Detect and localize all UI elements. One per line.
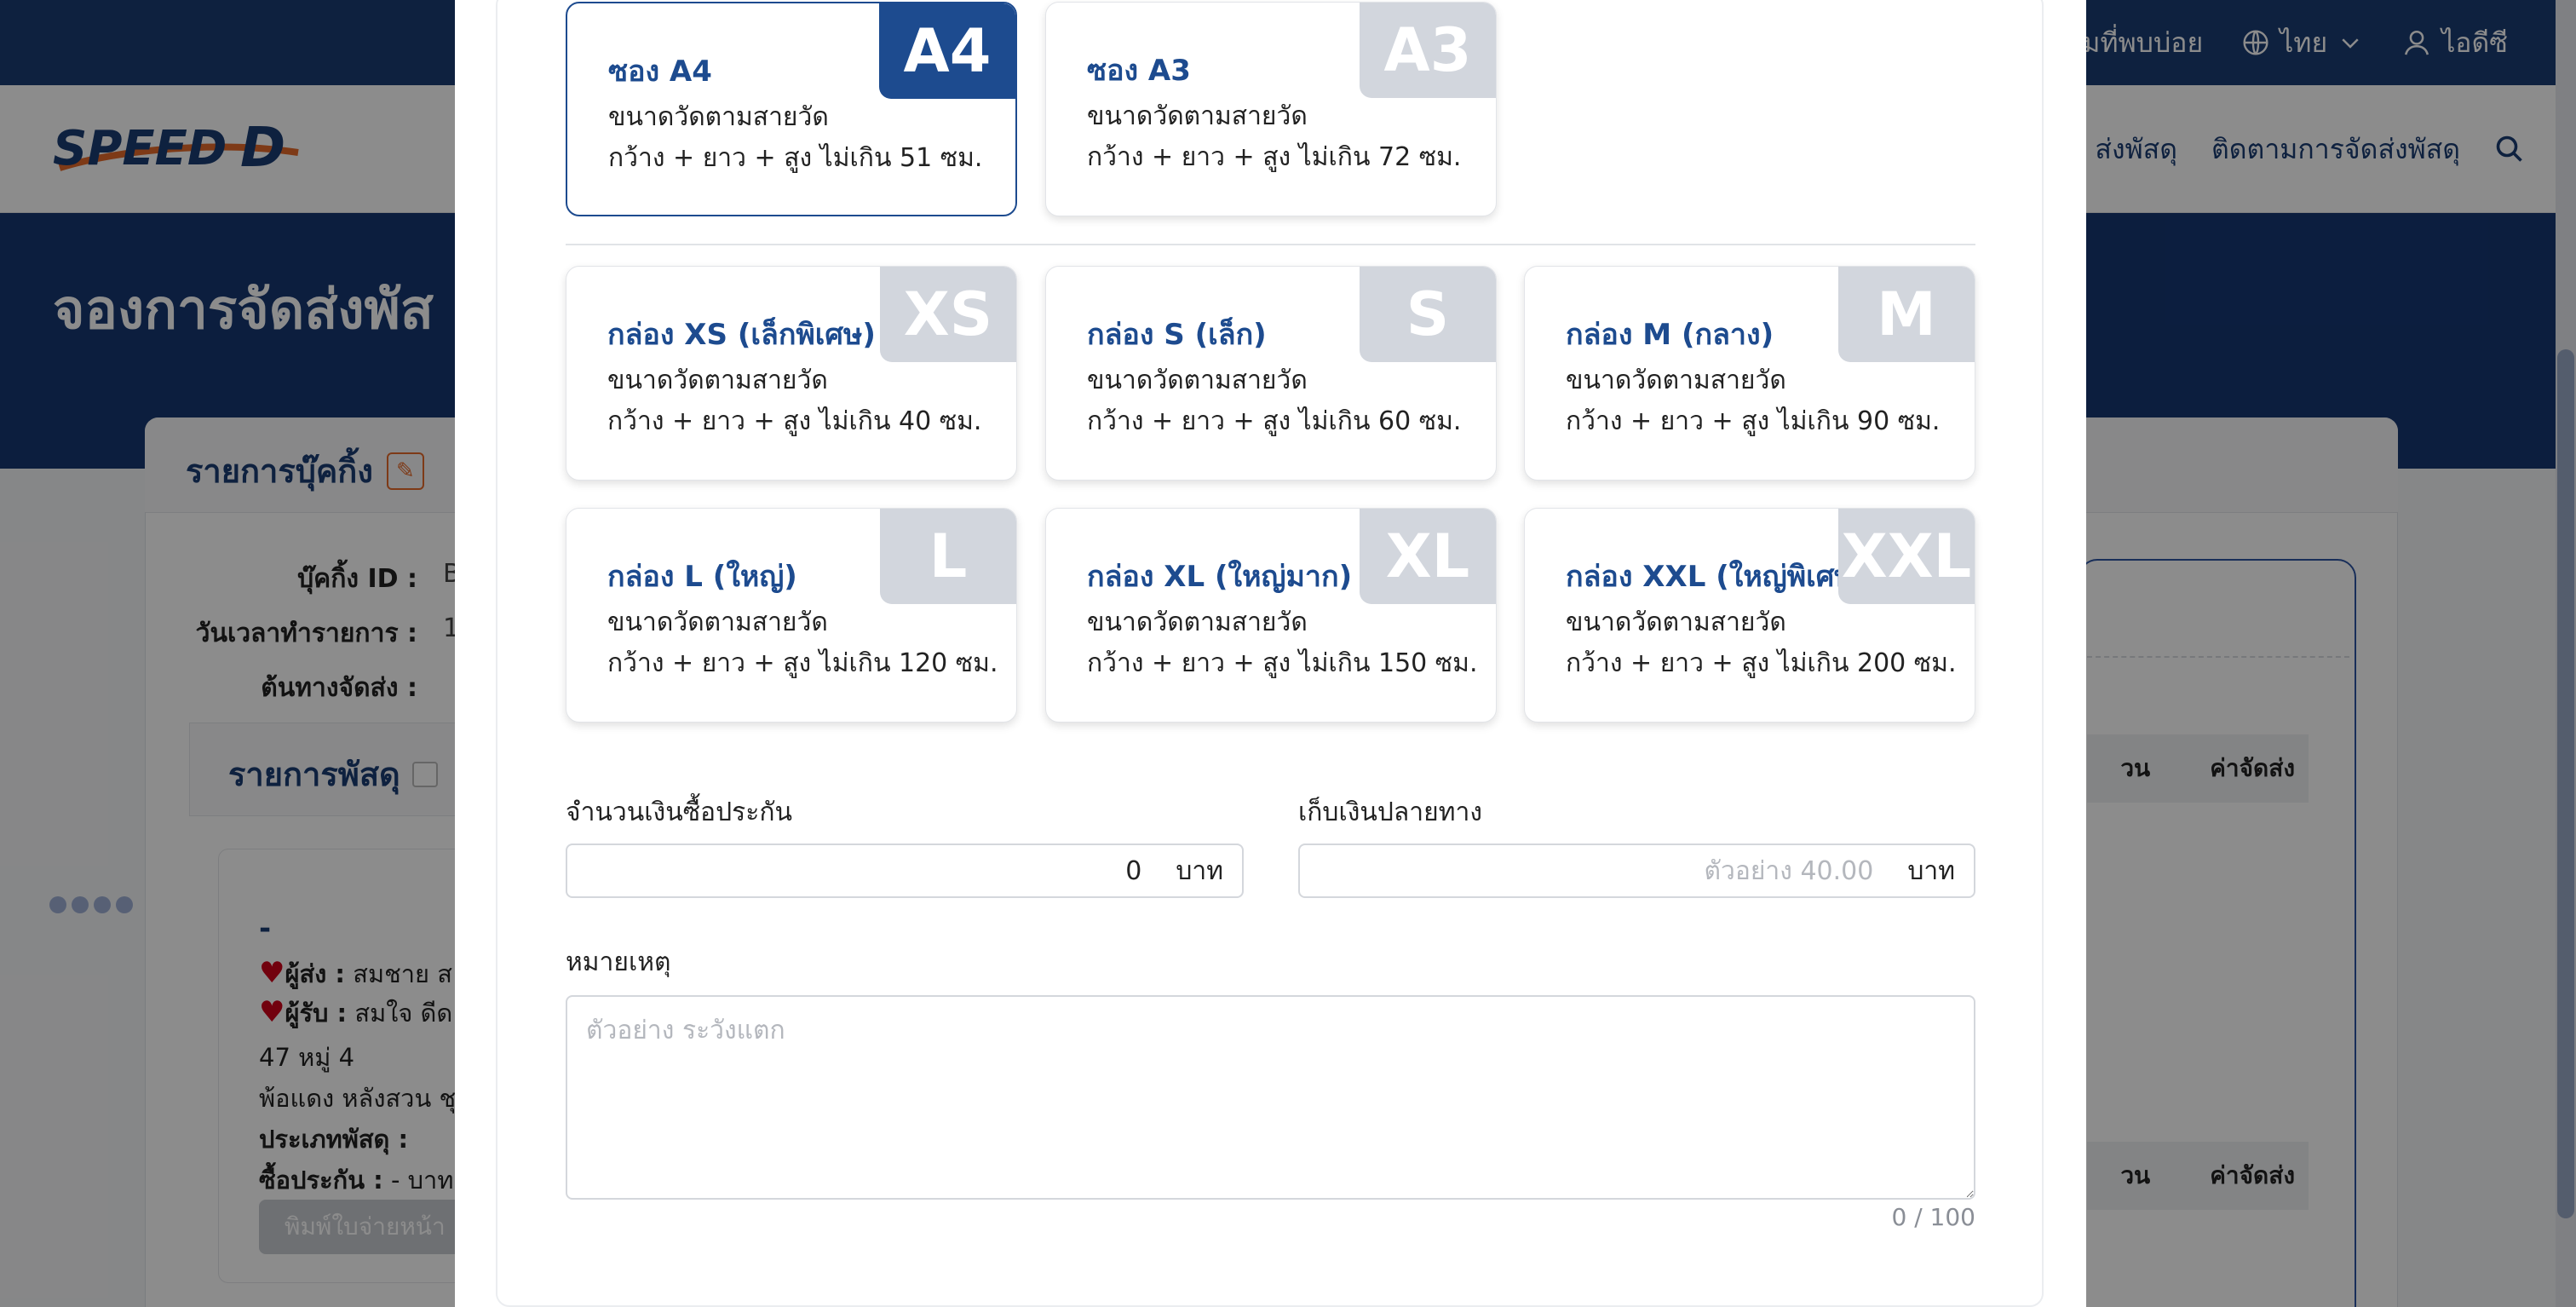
package-badge: A3: [1360, 3, 1496, 98]
package-badge: XL: [1360, 509, 1496, 604]
cod-unit: บาท: [1907, 855, 1955, 886]
package-size-limit: กว้าง + ยาว + สูง ไม่เกิน 40 ซม.: [607, 406, 982, 436]
remark-textarea[interactable]: [566, 995, 1975, 1200]
insurance-unit: บาท: [1176, 855, 1223, 886]
package-size-limit: กว้าง + ยาว + สูง ไม่เกิน 51 ซม.: [608, 143, 983, 173]
insurance-amount-input[interactable]: [567, 845, 1176, 896]
package-badge: L: [880, 509, 1016, 604]
package-measure-note: ขนาดวัดตามสายวัด: [1087, 101, 1308, 131]
package-measure-note: ขนาดวัดตามสายวัด: [1087, 366, 1308, 395]
package-card-a3[interactable]: A3 ซอง A3 ขนาดวัดตามสายวัด กว้าง + ยาว +…: [1045, 2, 1497, 216]
insurance-amount-field: บาท: [566, 844, 1244, 898]
package-measure-note: ขนาดวัดตามสายวัด: [607, 607, 828, 637]
cod-amount-label: เก็บเงินปลายทาง: [1298, 797, 1482, 827]
package-name: กล่อง XL (ใหญ่มาก): [1087, 560, 1353, 594]
package-name: กล่อง XXL (ใหญ่พิเศษ: [1566, 560, 1854, 594]
package-measure-note: ขนาดวัดตามสายวัด: [608, 102, 829, 132]
package-card-s[interactable]: S กล่อง S (เล็ก) ขนาดวัดตามสายวัด กว้าง …: [1045, 266, 1497, 481]
package-measure-note: ขนาดวัดตามสายวัด: [1566, 607, 1786, 637]
insurance-amount-label: จำนวนเงินซื้อประกัน: [566, 797, 793, 827]
package-card-a4[interactable]: A4 ซอง A4 ขนาดวัดตามสายวัด กว้าง + ยาว +…: [566, 2, 1017, 216]
package-badge: A4: [879, 3, 1015, 99]
package-measure-note: ขนาดวัดตามสายวัด: [607, 366, 828, 395]
package-name: กล่อง M (กลาง): [1566, 318, 1774, 352]
package-name: ซอง A3: [1087, 54, 1191, 88]
package-size-limit: กว้าง + ยาว + สูง ไม่เกิน 60 ซม.: [1087, 406, 1462, 436]
package-badge: XS: [880, 267, 1016, 362]
remark-label: หมายเหตุ: [566, 947, 671, 977]
cod-amount-input[interactable]: [1300, 845, 1908, 896]
package-measure-note: ขนาดวัดตามสายวัด: [1087, 607, 1308, 637]
package-name: กล่อง S (เล็ก): [1087, 318, 1267, 352]
package-card-xl[interactable]: XL กล่อง XL (ใหญ่มาก) ขนาดวัดตามสายวัด ก…: [1045, 508, 1497, 723]
package-size-limit: กว้าง + ยาว + สูง ไม่เกิน 90 ซม.: [1566, 406, 1941, 436]
package-card-l[interactable]: L กล่อง L (ใหญ่) ขนาดวัดตามสายวัด กว้าง …: [566, 508, 1017, 723]
package-card-m[interactable]: M กล่อง M (กลาง) ขนาดวัดตามสายวัด กว้าง …: [1524, 266, 1975, 481]
package-badge: XXL: [1838, 509, 1975, 604]
package-name: กล่อง L (ใหญ่): [607, 560, 797, 594]
package-size-limit: กว้าง + ยาว + สูง ไม่เกิน 150 ซม.: [1087, 648, 1478, 678]
package-name: กล่อง XS (เล็กพิเศษ): [607, 318, 876, 352]
cod-amount-field: บาท: [1298, 844, 1975, 898]
package-size-limit: กว้าง + ยาว + สูง ไม่เกิน 120 ซม.: [607, 648, 998, 678]
package-name: ซอง A4: [608, 55, 712, 89]
package-badge: S: [1360, 267, 1496, 362]
package-section-divider: [566, 244, 1975, 245]
package-measure-note: ขนาดวัดตามสายวัด: [1566, 366, 1786, 395]
remark-char-counter: 0 / 100: [1891, 1203, 1976, 1231]
package-size-limit: กว้าง + ยาว + สูง ไม่เกิน 72 ซม.: [1087, 142, 1462, 172]
package-badge: M: [1838, 267, 1975, 362]
package-size-limit: กว้าง + ยาว + สูง ไม่เกิน 200 ซม.: [1566, 648, 1957, 678]
package-card-xxl[interactable]: กล่อง XXL (ใหญ่พิเศษ XXL ขนาดวัดตามสายวั…: [1524, 508, 1975, 723]
package-card-xs[interactable]: XS กล่อง XS (เล็กพิเศษ) ขนาดวัดตามสายวัด…: [566, 266, 1017, 481]
